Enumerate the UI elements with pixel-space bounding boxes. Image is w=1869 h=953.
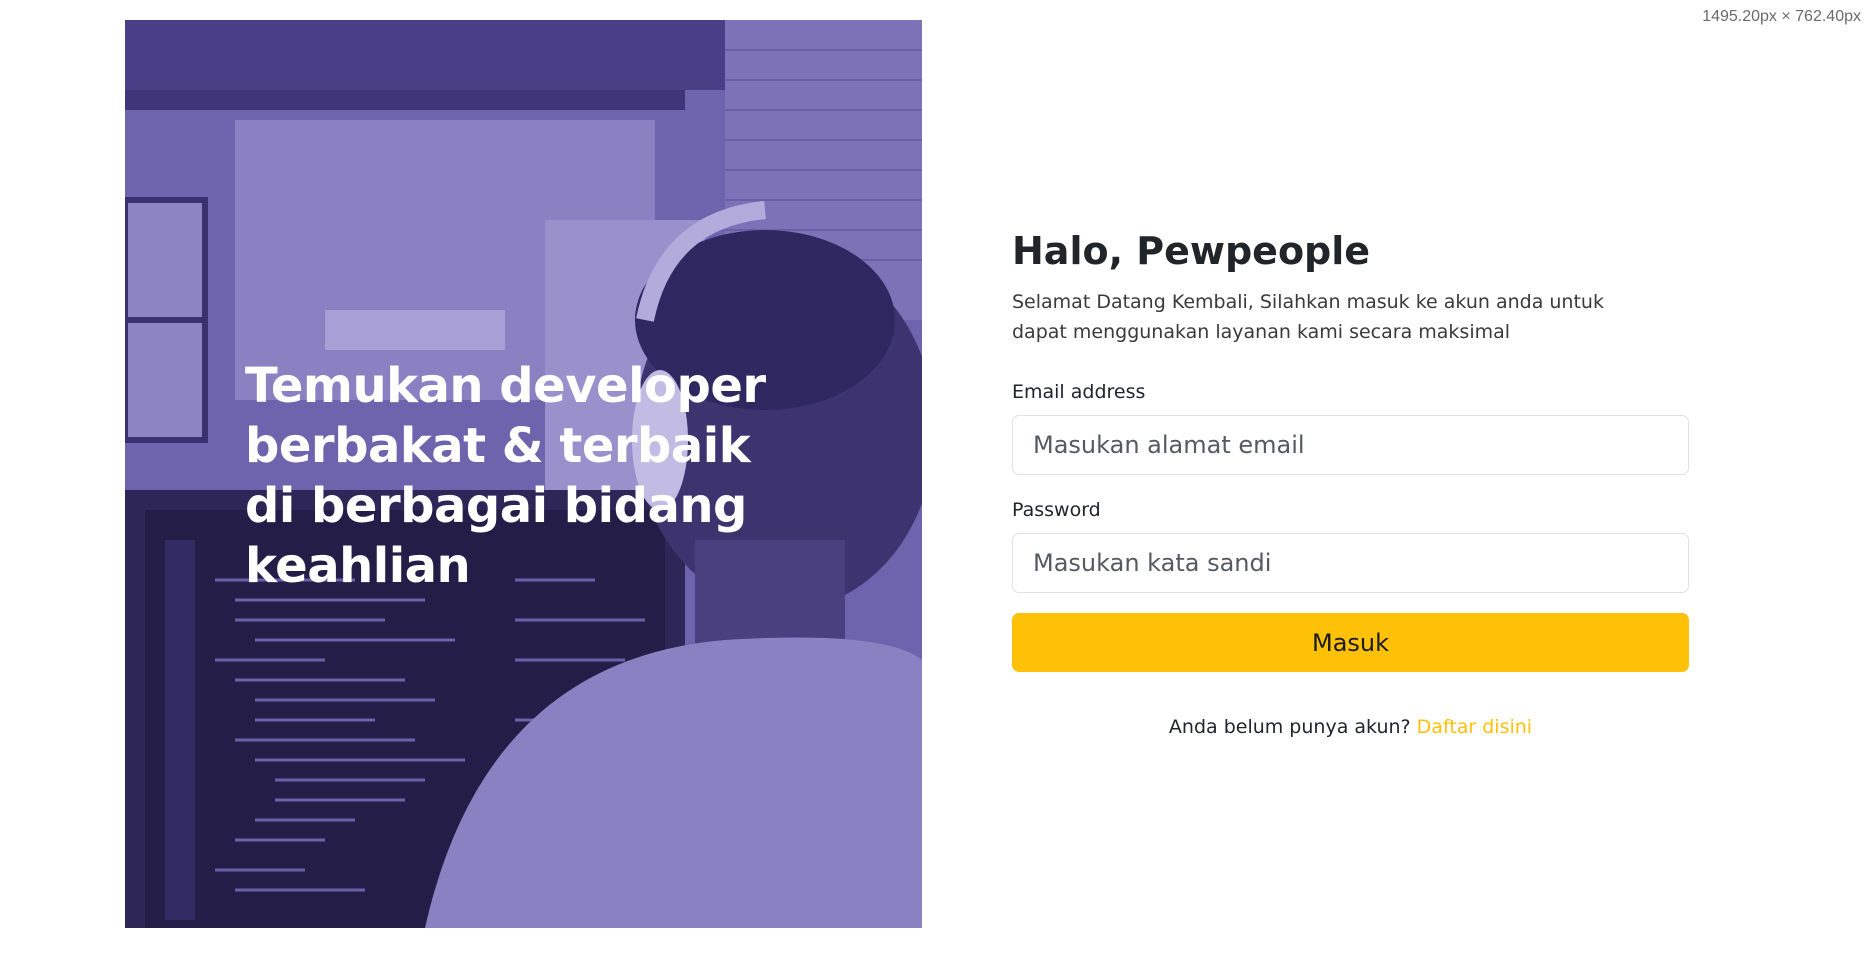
register-prompt-row: Anda belum punya akun? Daftar disini <box>1012 716 1689 738</box>
email-field[interactable] <box>1012 415 1689 475</box>
greeting-title: Halo, Pewpeople <box>1012 229 1371 273</box>
register-prompt-text: Anda belum punya akun? <box>1168 716 1411 738</box>
password-label: Password <box>1012 499 1101 521</box>
register-link[interactable]: Daftar disini <box>1417 716 1532 738</box>
email-label: Email address <box>1012 381 1146 403</box>
greeting-subtitle: Selamat Datang Kembali, Silahkan masuk k… <box>1012 291 1604 343</box>
hero-headline: Temukan developer berbakat & terbaik di … <box>245 358 766 594</box>
login-form: Halo, Pewpeople Selamat Datang Kembali, … <box>1012 225 1689 738</box>
viewport-size-label: 1495.20px × 762.40px <box>1702 8 1861 25</box>
login-button[interactable]: Masuk <box>1012 613 1689 672</box>
password-field[interactable] <box>1012 533 1689 593</box>
hero-panel: Temukan developer berbakat & terbaik di … <box>125 20 922 928</box>
